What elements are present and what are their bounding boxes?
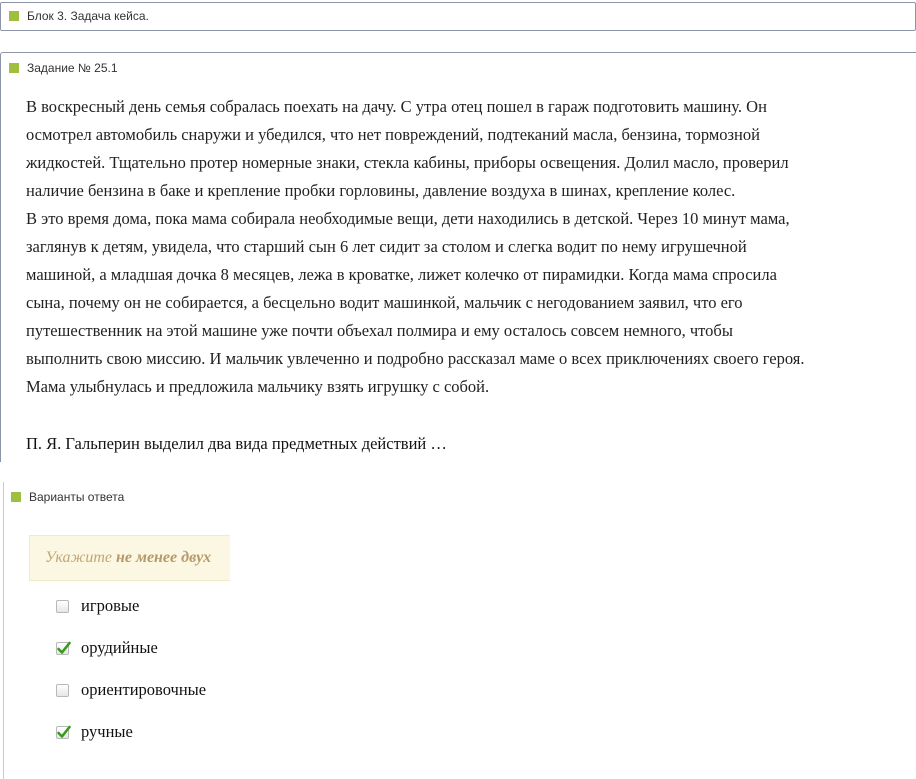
- answers-header: Варианты ответа: [11, 490, 124, 504]
- green-square-icon: [9, 63, 19, 73]
- task-text-line: заглянув к детям, увидела, что старший с…: [26, 237, 747, 256]
- task-text-line: жидкостей. Тщательно протер номерные зна…: [26, 153, 789, 172]
- checkbox[interactable]: [56, 683, 69, 697]
- task-text-line: осмотрел автомобиль снаружи и убедился, …: [26, 125, 760, 144]
- task-text-line: сына, почему он не собирается, а бесцель…: [26, 293, 743, 312]
- checkbox[interactable]: [56, 599, 69, 613]
- answer-option-ruchnye[interactable]: ручные: [56, 722, 133, 742]
- option-label: ориентировочные: [81, 680, 207, 699]
- task-text-line: путешественник на этой машине уже почти …: [26, 321, 733, 340]
- answers-divider: [3, 482, 4, 779]
- task-text-line: машиной, а младшая дочка 8 месяцев, лежа…: [26, 265, 777, 284]
- task-title: Задание № 25.1: [27, 61, 118, 75]
- option-label: орудийные: [81, 638, 158, 657]
- checkbox[interactable]: [56, 641, 71, 655]
- green-square-icon: [11, 492, 21, 502]
- checkmark-icon: [57, 641, 71, 654]
- task-text-line: В это время дома, пока мама собирала нео…: [26, 209, 790, 228]
- block-header: Блок 3. Задача кейса.: [9, 9, 149, 23]
- block-title: Блок 3. Задача кейса.: [27, 9, 149, 23]
- hint-prefix: Укажите: [45, 549, 116, 566]
- answer-option-orudiynye[interactable]: орудийные: [56, 638, 158, 658]
- task-text-line: Мама улыбнулась и предложила мальчику вз…: [26, 377, 490, 396]
- task-description: В воскресный день семья собралась поехат…: [26, 93, 906, 401]
- task-text-line: выполнить свою миссию. И мальчик увлечен…: [26, 349, 805, 368]
- hint-emphasis: не менее двух: [116, 549, 212, 566]
- green-square-icon: [9, 11, 19, 21]
- task-text-line: наличие бензина в баке и крепление пробк…: [26, 181, 736, 200]
- checkmark-icon: [57, 725, 71, 738]
- answer-option-igrovye[interactable]: игровые: [56, 596, 139, 616]
- task-header: Задание № 25.1: [9, 61, 118, 75]
- answer-hint: Укажите не менее двух: [29, 535, 230, 581]
- task-text-line: В воскресный день семья собралась поехат…: [26, 97, 767, 116]
- question-text: П. Я. Гальперин выделил два вида предмет…: [26, 434, 447, 453]
- option-label: игровые: [81, 596, 140, 615]
- option-label: ручные: [81, 722, 133, 741]
- answers-title: Варианты ответа: [29, 490, 125, 504]
- checkbox[interactable]: [56, 725, 71, 739]
- answer-option-orientirovochnye[interactable]: ориентировочные: [56, 680, 206, 700]
